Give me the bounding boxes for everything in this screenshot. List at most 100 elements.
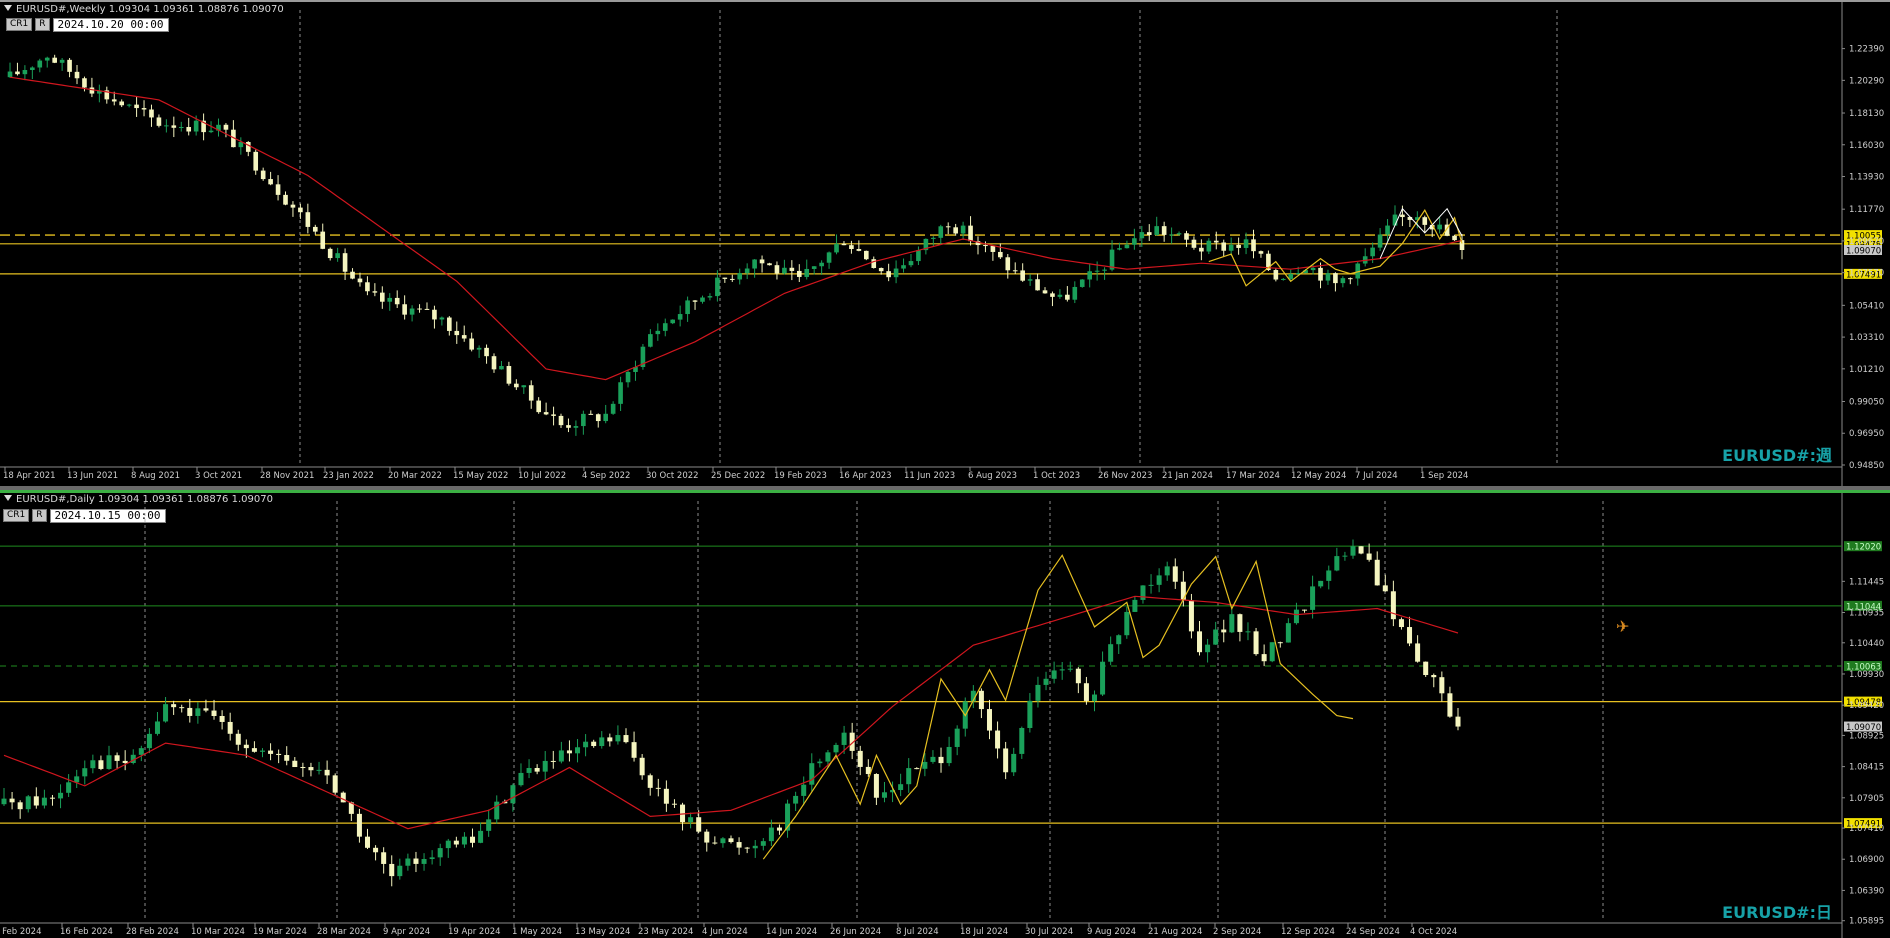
candle-body: [722, 277, 728, 279]
candle-body: [871, 259, 877, 268]
candle-body: [461, 836, 467, 845]
candle-body: [768, 827, 774, 842]
candle-body: [849, 245, 854, 250]
time-tick-label: 9 Aug 2024: [1087, 927, 1136, 937]
time-tick-label: 30 Oct 2022: [646, 471, 699, 481]
price-tick-label: 1.10935: [1849, 609, 1884, 619]
time-tick-label: 19 Apr 2024: [448, 927, 501, 937]
candle-body: [566, 425, 571, 428]
candle-body: [445, 840, 451, 849]
candle-body: [796, 270, 802, 277]
candle-body: [342, 253, 348, 272]
candle-body: [1050, 293, 1055, 297]
candle-body: [1213, 629, 1219, 645]
time-tick-label: 23 Jan 2022: [323, 471, 374, 481]
candle-body: [1116, 635, 1122, 645]
candle-body: [998, 251, 1003, 258]
candle-body: [1156, 575, 1162, 585]
candle-body: [1251, 239, 1256, 252]
candle-body: [1067, 668, 1073, 670]
candle-body: [863, 250, 869, 260]
candle-body: [1059, 669, 1065, 671]
candle-body: [1237, 614, 1243, 632]
candle-body: [251, 748, 257, 752]
candle-body: [841, 243, 847, 246]
candle-body: [655, 787, 661, 789]
candle-body: [1439, 677, 1445, 694]
candle-body: [154, 721, 160, 734]
weekly-chart-panel[interactable]: EURUSD#,Weekly 1.09304 1.09361 1.08876 1…: [0, 0, 1890, 486]
candle-body: [1180, 581, 1186, 601]
candle-body: [1035, 279, 1040, 291]
candle-body: [1100, 661, 1106, 695]
candle-body: [550, 760, 556, 762]
candle-body: [881, 792, 887, 798]
price-tick-label: 1.18130: [1849, 109, 1884, 119]
candle-body: [379, 292, 385, 302]
candle-body: [193, 120, 199, 132]
time-tick-label: 23 May 2024: [638, 927, 693, 937]
candle-body: [324, 769, 330, 776]
time-tick-label: 21 Aug 2024: [1148, 927, 1202, 937]
daily-chart-panel[interactable]: EURUSD#,Daily 1.09304 1.09361 1.08876 1.…: [0, 490, 1890, 938]
price-tick-label: 1.10440: [1849, 639, 1884, 649]
candle-body: [759, 259, 765, 264]
candle-body: [290, 204, 296, 208]
candle-body: [41, 797, 47, 806]
candle-body: [510, 785, 516, 804]
candle-body: [178, 127, 184, 129]
candle-body: [1243, 239, 1249, 248]
candle-body: [82, 78, 87, 88]
time-tick-label: 10 Jul 2022: [518, 471, 566, 481]
candle-body: [74, 71, 80, 79]
candle-body: [1012, 270, 1018, 272]
price-tick-label: 1.07410: [1849, 824, 1884, 834]
candle-body: [292, 760, 298, 768]
candle-body: [298, 207, 303, 213]
candle-body: [1140, 585, 1146, 600]
candle-body: [834, 243, 839, 253]
price-tick-label: 1.07570: [1849, 269, 1884, 279]
candle-body: [219, 715, 225, 722]
candle-body: [625, 371, 631, 383]
candle-body: [922, 761, 928, 769]
candle-body: [931, 237, 936, 239]
candle-body: [1, 798, 7, 805]
candle-body: [893, 268, 899, 278]
candle-body: [1340, 278, 1346, 284]
candle-body: [1377, 234, 1383, 248]
time-tick-label: 12 May 2024: [1291, 471, 1346, 481]
candle-body: [528, 385, 534, 401]
candle-body: [454, 330, 460, 336]
candle-body: [494, 801, 500, 820]
candle-body: [1318, 267, 1323, 281]
time-tick-label: 4 Sep 2022: [582, 471, 630, 481]
price-tick-label: 1.01210: [1849, 365, 1884, 375]
candle-body: [1197, 631, 1203, 653]
candle-body: [44, 57, 50, 61]
candle-body: [1392, 214, 1398, 226]
candle-body: [1057, 294, 1063, 297]
candle-body: [551, 414, 556, 416]
candle-body: [1318, 580, 1324, 587]
time-tick-label: 16 Apr 2023: [839, 471, 892, 481]
candle-body: [736, 842, 742, 848]
weekly-candlestick-chart[interactable]: 1.100551.094781.074911.223901.202901.181…: [0, 2, 1890, 486]
candle-body: [1370, 247, 1375, 257]
time-tick-label: 8 Aug 2021: [131, 471, 180, 481]
candle-body: [424, 308, 430, 310]
candle-body: [275, 184, 281, 195]
candle-body: [1398, 619, 1404, 628]
candle-body: [1172, 566, 1178, 582]
daily-candlestick-chart[interactable]: 1.120201.110441.100631.094781.074911.114…: [0, 493, 1890, 938]
candle-body: [89, 87, 95, 94]
candle-body: [776, 827, 782, 831]
satellite-icon[interactable]: ✈: [1616, 617, 1629, 636]
candle-body: [573, 426, 579, 428]
candle-body: [9, 798, 15, 803]
candle-body: [696, 817, 702, 832]
time-tick-label: 19 Mar 2024: [253, 927, 307, 937]
candle-body: [327, 248, 333, 259]
price-tick-label: 1.05895: [1849, 917, 1884, 927]
candle-body: [402, 304, 407, 315]
